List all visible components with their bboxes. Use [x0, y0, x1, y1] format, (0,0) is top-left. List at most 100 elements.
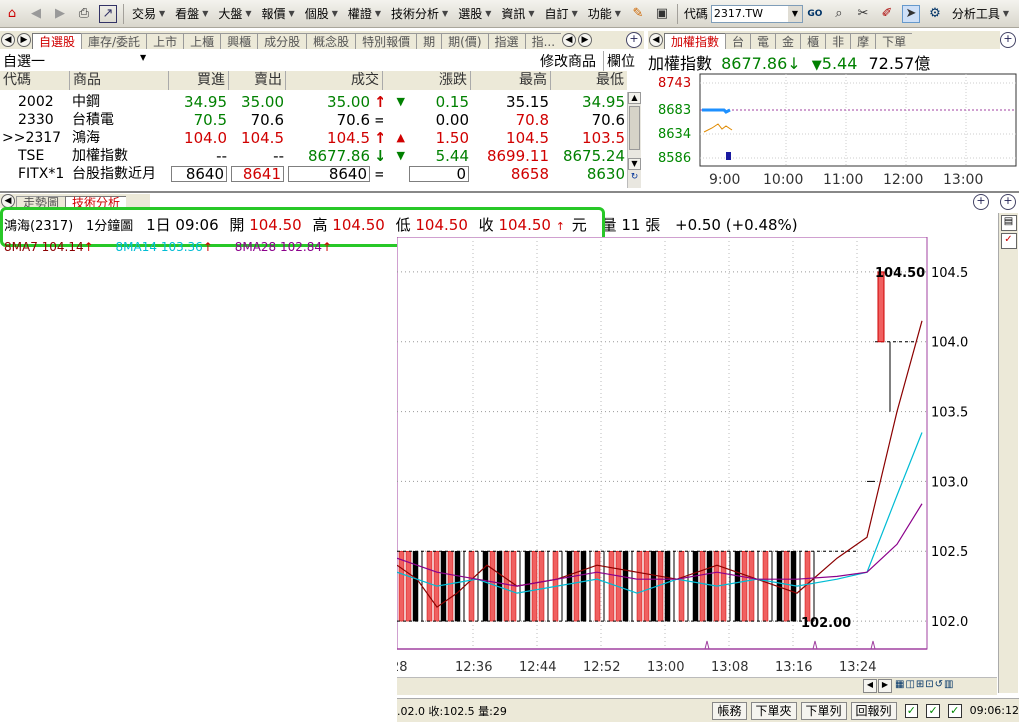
order-bar-button[interactable]: 下單列 [800, 701, 847, 720]
edit-items-button[interactable]: 修改商品 [540, 51, 596, 71]
chart-scrollbar[interactable]: ◀ ▶ ▦◫⊞⊡↺▥ [397, 677, 997, 695]
tab-order[interactable]: 下單 [875, 33, 913, 49]
order-folder-button[interactable]: 下單夾 [750, 701, 797, 720]
candlestick-chart[interactable]: 104.5 104.0 103.5 103.0 102.5 102.0 28 12:36 12… [391, 236, 1000, 677]
brush-icon[interactable]: ✐ [878, 5, 896, 23]
tab-tai[interactable]: 台 [725, 33, 751, 49]
pointer-icon[interactable]: ➤ [901, 4, 920, 23]
tab-emerging[interactable]: 興櫃 [220, 33, 258, 49]
tab-futures[interactable]: 期 [416, 33, 442, 49]
tab-inventory[interactable]: 庫存/委託 [81, 33, 147, 49]
chevron-down-icon[interactable]: ▼ [140, 53, 146, 62]
columns-button[interactable]: 欄位 [603, 51, 635, 71]
draw-tool-icon[interactable]: ▤ [1000, 215, 1017, 231]
forward-icon[interactable]: ▶ [51, 5, 69, 23]
menu-screener[interactable]: 選股 ▼ [453, 3, 496, 25]
menu-info[interactable]: 資訊 ▼ [496, 3, 539, 25]
menu-warrant[interactable]: 權證 ▼ [343, 3, 386, 25]
zoom-icon[interactable]: + [626, 32, 642, 48]
tab-more[interactable]: 指... [524, 33, 562, 49]
search-icon[interactable]: ⌕ [830, 5, 848, 23]
check-icon[interactable]: ✓ [904, 703, 919, 718]
back-icon[interactable]: ◀ [27, 5, 45, 23]
ask-field[interactable]: 8641 [231, 166, 284, 182]
menu-analysis-tools[interactable]: 分析工具 ▼ [947, 3, 1014, 25]
col-bid[interactable]: 買進 [169, 71, 229, 90]
go-icon[interactable]: GO [806, 5, 824, 23]
col-change[interactable]: 漲跌 [383, 71, 471, 90]
col-last[interactable]: 成交 [286, 71, 383, 90]
col-high[interactable]: 最高 [471, 71, 551, 90]
arrow-up-icon: ↑ [83, 240, 94, 254]
last-field[interactable]: 8640 [288, 166, 370, 182]
menu-trade[interactable]: 交易 ▼ [127, 3, 170, 25]
analysis-icon[interactable]: ⚙ [926, 5, 944, 23]
col-ask[interactable]: 賣出 [229, 71, 286, 90]
index-chart[interactable]: 8743 8683 8634 8586 9:00 10:00 11:00 12:… [648, 72, 1018, 192]
code-input[interactable]: 2317.TW ▼ [710, 4, 803, 23]
menu-market[interactable]: 大盤 ▼ [213, 3, 256, 25]
chevron-down-icon[interactable]: ▼ [628, 158, 641, 170]
scroll-thumb[interactable] [629, 106, 640, 150]
col-low[interactable]: 最低 [551, 71, 627, 90]
menu-function[interactable]: 功能 ▼ [583, 3, 626, 25]
tab-prev-icon[interactable]: ◀ [649, 33, 663, 47]
chevron-right-icon[interactable]: ▶ [878, 679, 892, 693]
table-row[interactable]: 2330 台積電 70.5 70.6 70.6 = 0.00 70.8 70.6 [0, 111, 627, 129]
tab-concept[interactable]: 概念股 [306, 33, 356, 49]
menu-stock[interactable]: 個股 ▼ [300, 3, 343, 25]
check-icon[interactable]: ✓ [1000, 233, 1017, 249]
zoom-icon[interactable]: + [1000, 32, 1016, 48]
tab-listed[interactable]: 上市 [146, 33, 184, 49]
list-selector[interactable]: 自選一 [3, 51, 45, 71]
report-bar-button[interactable]: 回報列 [850, 701, 897, 720]
tools-icon[interactable]: ✂ [854, 5, 872, 23]
print-icon[interactable]: ⎙ [75, 5, 93, 23]
check-icon[interactable]: ✓ [926, 703, 940, 718]
menu-quote[interactable]: 報價 ▼ [257, 3, 300, 25]
tab-watchlist[interactable]: 自選股 [32, 33, 82, 49]
zoom-icon[interactable]: + [973, 194, 989, 210]
zoom-icon[interactable]: + [1000, 194, 1016, 210]
tab-futures-price[interactable]: 期(價) [441, 33, 488, 49]
table-row[interactable]: FITX*1 台股指數近月 8640 8641 8640 = 0 8658 86… [0, 165, 627, 183]
pen-icon[interactable]: ✎ [629, 5, 647, 23]
chevron-down-icon[interactable]: ▼ [787, 5, 802, 22]
candle [573, 550, 580, 622]
table-row[interactable]: 2002 中鋼 34.95 35.00 35.00 ↑ ▼ 0.15 35.15… [0, 93, 627, 111]
tab-otc[interactable]: 上櫃 [183, 33, 221, 49]
tab-scroll-left-icon[interactable]: ◀ [562, 33, 577, 47]
popout-icon[interactable]: ↗ [99, 4, 117, 23]
tab-scroll-right-icon[interactable]: ▶ [578, 33, 593, 47]
tab-prev-icon[interactable]: ◀ [1, 33, 15, 47]
tab-otc-index[interactable]: 櫃 [800, 33, 826, 49]
tab-components[interactable]: 成分股 [257, 33, 307, 49]
bid-field[interactable]: 8640 [171, 166, 227, 182]
chevron-left-icon[interactable]: ◀ [863, 679, 877, 693]
refresh-icon[interactable]: ↻ [628, 172, 641, 184]
tab-taiex[interactable]: 加權指數 [664, 33, 726, 49]
menu-custom[interactable]: 自訂 ▼ [540, 3, 583, 25]
tab-msci[interactable]: 摩 [850, 33, 876, 49]
watchlist-scrollbar[interactable]: ▲ ▼ ↻ [627, 92, 641, 188]
change-field[interactable]: 0 [409, 166, 469, 182]
tab-electronics[interactable]: 電 [750, 33, 776, 49]
col-name[interactable]: 商品 [70, 71, 169, 90]
table-row[interactable]: >>2317 鴻海 104.0 104.5 104.5 ↑ ▲ 1.50 104… [0, 129, 627, 147]
table-row[interactable]: TSE 加權指數 -- -- 8677.86 ↓ ▼ 5.44 8699.11 … [0, 147, 627, 165]
tab-finance[interactable]: 金 [775, 33, 801, 49]
chevron-up-icon[interactable]: ▲ [628, 92, 641, 104]
chart-tools-icon[interactable]: ▦◫⊞⊡↺▥ [895, 679, 995, 693]
menu-technical[interactable]: 技術分析 ▼ [386, 3, 453, 25]
home-icon[interactable]: ⌂ [3, 5, 21, 23]
tab-non-finance[interactable]: 非 [825, 33, 851, 49]
col-code[interactable]: 代碼 [0, 71, 70, 90]
check-icon[interactable]: ✓ [947, 703, 962, 718]
tab-index-options[interactable]: 指選 [487, 33, 525, 49]
menu-watch[interactable]: 看盤 ▼ [170, 3, 213, 25]
tab-prev-icon[interactable]: ◀ [1, 194, 15, 208]
window-icon[interactable]: ▣ [653, 5, 671, 23]
account-button[interactable]: 帳務 [712, 701, 747, 720]
tab-special-quote[interactable]: 特別報價 [355, 33, 417, 49]
tab-next-icon[interactable]: ▶ [17, 33, 31, 47]
